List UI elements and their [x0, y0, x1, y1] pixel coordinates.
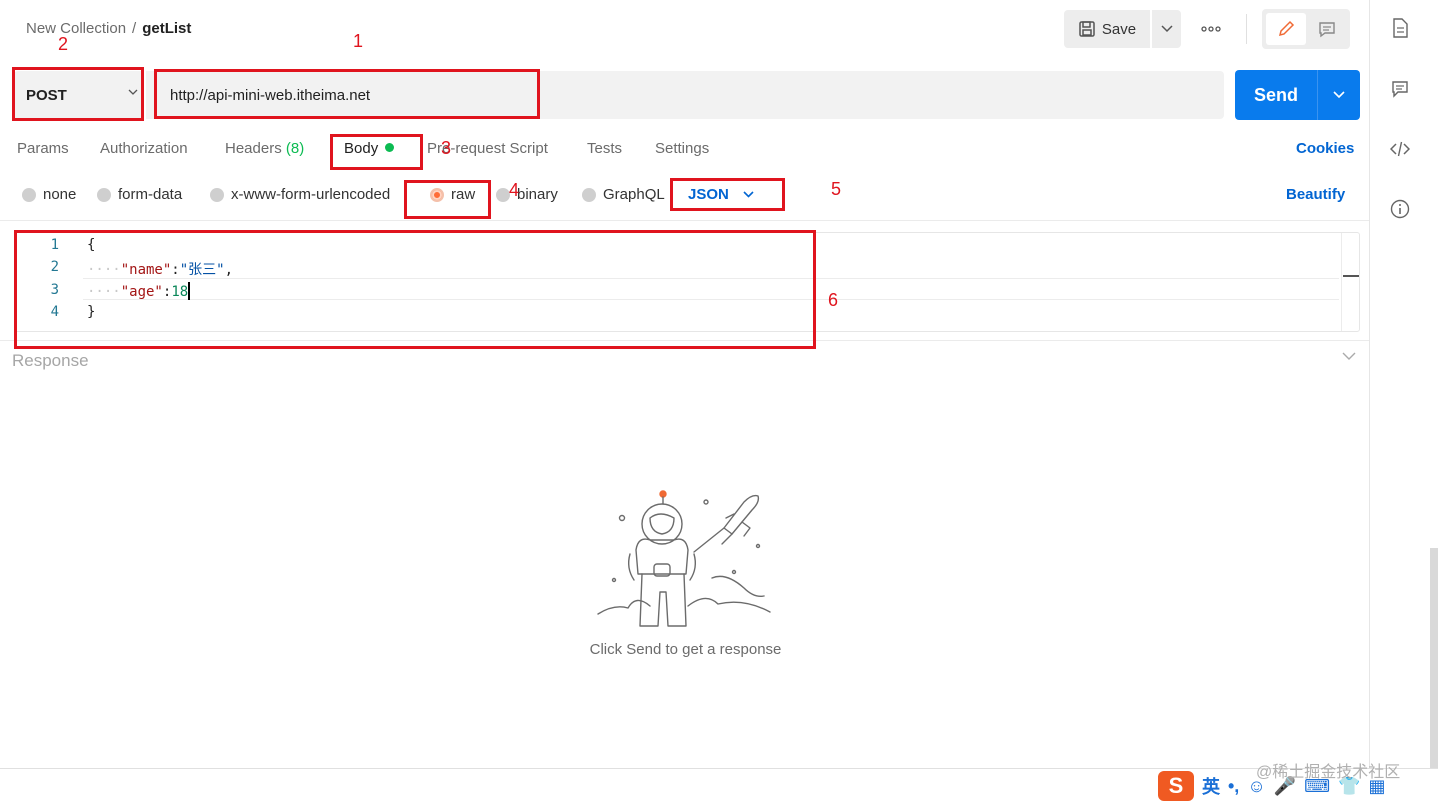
- send-options-button[interactable]: [1318, 91, 1360, 99]
- body-type-binary[interactable]: binary: [496, 186, 558, 203]
- response-title: Response: [12, 351, 89, 370]
- tab-settings[interactable]: Settings: [655, 140, 709, 157]
- annotation-number: 5: [831, 179, 842, 199]
- right-sidebar: [1369, 0, 1438, 768]
- save-icon: [1079, 21, 1095, 37]
- annotation-number: 3: [441, 138, 452, 158]
- chevron-down-icon: [1333, 91, 1345, 99]
- save-options-button[interactable]: [1151, 10, 1181, 48]
- divider: [0, 220, 1369, 221]
- postman-request-pane: New Collection / getList Save POST http://…: [0, 0, 1369, 768]
- response-hint-text: Click Send to get a response: [589, 641, 782, 658]
- annotation-box-method: [12, 67, 144, 121]
- body-type-binary-label: binary: [517, 186, 558, 203]
- beautify-link[interactable]: Beautify: [1286, 186, 1345, 203]
- body-type-form-data-label: form-data: [118, 186, 183, 203]
- radio-urlencoded[interactable]: [210, 187, 224, 202]
- tab-tests[interactable]: Tests: [587, 140, 622, 157]
- save-button[interactable]: Save: [1064, 10, 1150, 48]
- more-actions-button[interactable]: [1196, 16, 1226, 42]
- breadcrumb-request-name[interactable]: getList: [142, 20, 191, 37]
- save-label: Save: [1101, 20, 1137, 38]
- radio-graphql[interactable]: [582, 187, 596, 202]
- annotation-box-body-tab: [330, 134, 423, 170]
- comment-icon: [1319, 22, 1335, 38]
- toolbar-divider: [1246, 14, 1247, 44]
- breadcrumb: New Collection / getList: [26, 20, 191, 37]
- tab-headers-count: (8): [285, 140, 305, 157]
- comment-mode-button[interactable]: [1308, 13, 1346, 45]
- sogou-logo[interactable]: S: [1158, 771, 1194, 801]
- tab-authorization[interactable]: Authorization: [100, 140, 188, 157]
- astronaut-illustration: [597, 490, 771, 627]
- comments-icon[interactable]: [1389, 78, 1411, 100]
- annotation-number: 1: [353, 31, 364, 51]
- radio-form-data[interactable]: [97, 187, 111, 202]
- cookies-link[interactable]: Cookies: [1296, 140, 1354, 157]
- pencil-icon: [1278, 20, 1295, 37]
- body-type-urlencoded-label: x-www-form-urlencoded: [231, 186, 391, 203]
- chevron-down-icon[interactable]: [1342, 352, 1356, 361]
- send-button[interactable]: Send: [1235, 85, 1317, 106]
- body-type-graphql-label: GraphQL: [603, 186, 665, 203]
- body-type-none[interactable]: none: [22, 186, 76, 203]
- breadcrumb-collection[interactable]: New Collection: [26, 20, 126, 37]
- response-hint: Click Send to get a response: [0, 641, 1369, 658]
- annotation-box-json: [670, 178, 785, 211]
- ime-punctuation-toggle[interactable]: •,: [1228, 776, 1239, 797]
- tab-headers[interactable]: Headers (8): [225, 140, 304, 157]
- tab-params[interactable]: Params: [17, 140, 69, 157]
- window-scrollbar[interactable]: [1430, 548, 1438, 768]
- code-snippet-icon[interactable]: [1389, 138, 1411, 160]
- ellipsis-icon: [1201, 26, 1221, 32]
- editor-scrollbar[interactable]: [1341, 233, 1359, 331]
- radio-none[interactable]: [22, 187, 36, 202]
- info-icon[interactable]: [1389, 198, 1411, 220]
- save-group: Save: [1064, 10, 1181, 48]
- annotation-box-url: [154, 69, 540, 119]
- taskbar: S 英 •, ☺ 🎤 ⌨ 👕 ▦: [0, 768, 1438, 802]
- body-type-form-data[interactable]: form-data: [97, 186, 182, 203]
- edit-mode-button[interactable]: [1266, 13, 1306, 45]
- radio-binary[interactable]: [496, 187, 510, 202]
- ime-language-toggle[interactable]: 英: [1202, 773, 1220, 799]
- body-type-none-label: none: [43, 186, 77, 203]
- documentation-icon[interactable]: [1389, 17, 1411, 39]
- body-type-urlencoded[interactable]: x-www-form-urlencoded: [210, 186, 390, 203]
- body-type-graphql[interactable]: GraphQL: [582, 186, 665, 203]
- mode-toggle: [1262, 9, 1350, 49]
- watermark: @稀土掘金技术社区: [1256, 764, 1401, 781]
- breadcrumb-separator: /: [132, 20, 137, 37]
- scroll-marker: [1343, 275, 1359, 277]
- send-button-group: Send: [1235, 70, 1360, 120]
- annotation-box-raw: [404, 180, 491, 219]
- chevron-down-icon: [1160, 25, 1173, 33]
- annotation-number: 6: [828, 290, 839, 310]
- tab-headers-label: Headers: [225, 140, 282, 157]
- annotation-box-editor: [14, 230, 816, 349]
- annotation-number: 4: [509, 180, 520, 200]
- annotation-number: 2: [58, 34, 69, 54]
